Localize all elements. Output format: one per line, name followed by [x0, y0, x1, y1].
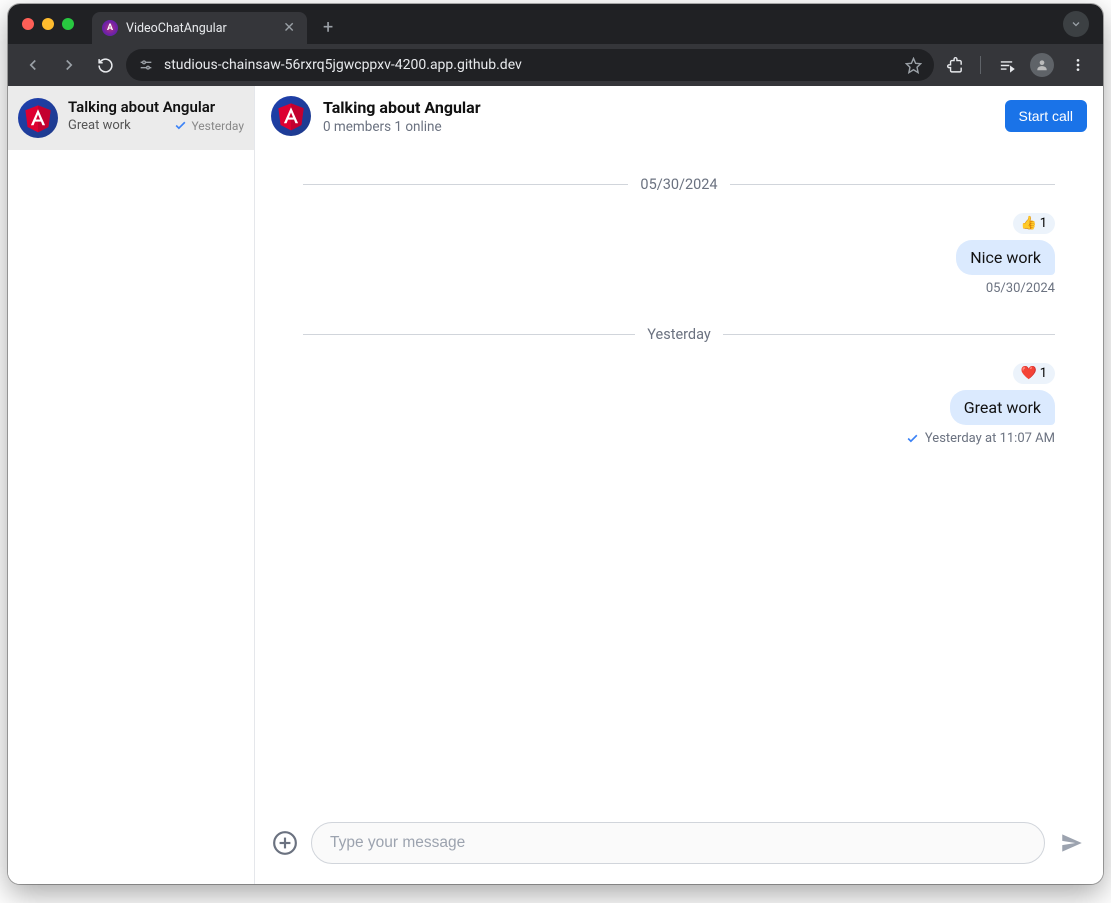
tab-favicon: A: [102, 20, 118, 36]
reaction-emoji: 👍: [1021, 216, 1037, 231]
toolbar-divider: [980, 56, 981, 74]
message-reaction[interactable]: 👍 1: [1013, 213, 1056, 234]
back-button[interactable]: [18, 50, 48, 80]
read-check-icon: [906, 432, 919, 445]
message-timestamp: Yesterday at 11:07 AM: [925, 431, 1055, 446]
message-group: 👍 1 Nice work 05/30/2024: [303, 213, 1055, 296]
separator-line: [303, 184, 628, 185]
start-call-button[interactable]: Start call: [1005, 100, 1087, 132]
reaction-count: 1: [1040, 366, 1047, 381]
message-text: Nice work: [970, 248, 1041, 267]
channel-meta: Yesterday: [174, 119, 244, 133]
chat-main: Talking about Angular 0 members 1 online…: [255, 86, 1103, 884]
read-check-icon: [174, 119, 187, 132]
date-separator: Yesterday: [303, 326, 1055, 343]
message-reaction[interactable]: ❤️ 1: [1013, 363, 1056, 384]
message-list[interactable]: 05/30/2024 👍 1 Nice work 05/30/2024: [255, 146, 1103, 812]
message-group: ❤️ 1 Great work Yesterday at 11:07 AM: [303, 363, 1055, 446]
separator-line: [303, 334, 635, 335]
maximize-window-button[interactable]: [62, 18, 74, 30]
chat-header: Talking about Angular 0 members 1 online…: [255, 86, 1103, 146]
date-separator: 05/30/2024: [303, 176, 1055, 193]
new-tab-button[interactable]: +: [323, 17, 333, 38]
bookmark-star-icon[interactable]: [905, 57, 922, 74]
channel-list-sidebar: Talking about Angular Great work Yesterd…: [8, 86, 255, 884]
app-viewport: Talking about Angular Great work Yesterd…: [8, 86, 1103, 884]
attachment-button[interactable]: [271, 829, 299, 857]
menu-button[interactable]: [1063, 50, 1093, 80]
separator-label: Yesterday: [647, 326, 710, 343]
chat-header-text: Talking about Angular 0 members 1 online: [323, 98, 481, 135]
titlebar: A VideoChatAngular ✕ +: [8, 4, 1103, 44]
reaction-emoji: ❤️: [1021, 366, 1037, 381]
profile-avatar-icon: [1030, 53, 1054, 77]
send-button[interactable]: [1057, 828, 1087, 858]
channel-avatar: [18, 98, 58, 138]
chat-subtitle: 0 members 1 online: [323, 119, 481, 135]
browser-tab[interactable]: A VideoChatAngular ✕: [92, 12, 307, 44]
message-meta: 05/30/2024: [986, 281, 1055, 296]
tab-title: VideoChatAngular: [126, 21, 273, 36]
message-input[interactable]: [311, 822, 1045, 864]
channel-item[interactable]: Talking about Angular Great work Yesterd…: [8, 86, 254, 150]
extensions-button[interactable]: [940, 50, 970, 80]
reaction-count: 1: [1040, 216, 1047, 231]
tab-close-button[interactable]: ✕: [281, 20, 297, 36]
reload-button[interactable]: [90, 50, 120, 80]
browser-window: A VideoChatAngular ✕ + studious-chainsaw…: [8, 4, 1103, 884]
channel-item-text: Talking about Angular Great work Yesterd…: [68, 98, 244, 133]
chat-header-avatar: [271, 96, 311, 136]
message-bubble[interactable]: Great work: [950, 390, 1055, 425]
message-meta: Yesterday at 11:07 AM: [906, 431, 1055, 446]
message-composer: [255, 812, 1103, 884]
address-bar[interactable]: studious-chainsaw-56rxrq5jgwcppxv-4200.a…: [126, 49, 934, 81]
separator-label: 05/30/2024: [640, 176, 717, 193]
url-text: studious-chainsaw-56rxrq5jgwcppxv-4200.a…: [164, 57, 895, 73]
forward-button[interactable]: [54, 50, 84, 80]
chat-title: Talking about Angular: [323, 98, 481, 117]
tabs-dropdown-button[interactable]: [1063, 11, 1089, 37]
browser-toolbar: studious-chainsaw-56rxrq5jgwcppxv-4200.a…: [8, 44, 1103, 86]
channel-timestamp: Yesterday: [191, 119, 244, 133]
channel-last-message: Great work: [68, 118, 131, 133]
separator-line: [723, 334, 1055, 335]
separator-line: [730, 184, 1055, 185]
message-timestamp: 05/30/2024: [986, 281, 1055, 296]
minimize-window-button[interactable]: [42, 18, 54, 30]
close-window-button[interactable]: [22, 18, 34, 30]
channel-name: Talking about Angular: [68, 98, 244, 116]
window-controls: [22, 18, 74, 30]
profile-button[interactable]: [1027, 50, 1057, 80]
message-text: Great work: [964, 398, 1041, 417]
site-settings-icon[interactable]: [138, 57, 154, 73]
media-control-button[interactable]: [991, 50, 1021, 80]
message-bubble[interactable]: Nice work: [956, 240, 1055, 275]
